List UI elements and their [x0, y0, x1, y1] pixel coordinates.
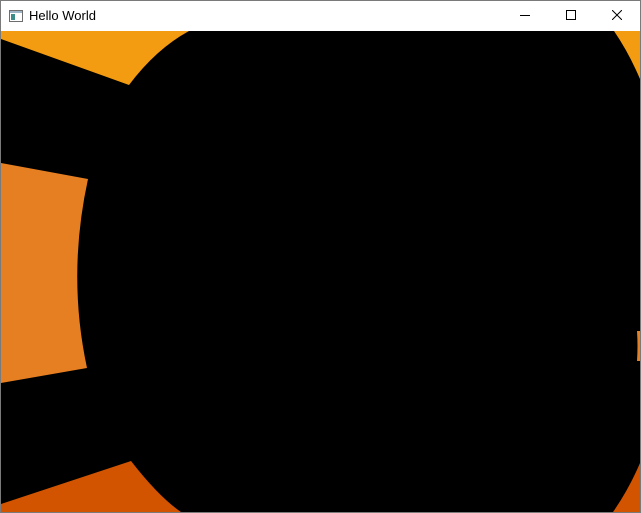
title-bar[interactable]: Hello World — [1, 1, 640, 31]
minimize-icon — [520, 7, 530, 25]
close-button[interactable] — [594, 1, 640, 31]
window-title: Hello World — [29, 8, 96, 23]
render-canvas[interactable] — [1, 31, 640, 512]
maximize-icon — [566, 7, 576, 25]
left-wedge — [1, 163, 88, 383]
app-window: Hello World — [0, 0, 641, 513]
maximize-button[interactable] — [548, 1, 594, 31]
scene-graphic — [1, 31, 640, 512]
minimize-button[interactable] — [502, 1, 548, 31]
close-icon — [611, 7, 623, 25]
app-window-icon — [9, 9, 23, 22]
